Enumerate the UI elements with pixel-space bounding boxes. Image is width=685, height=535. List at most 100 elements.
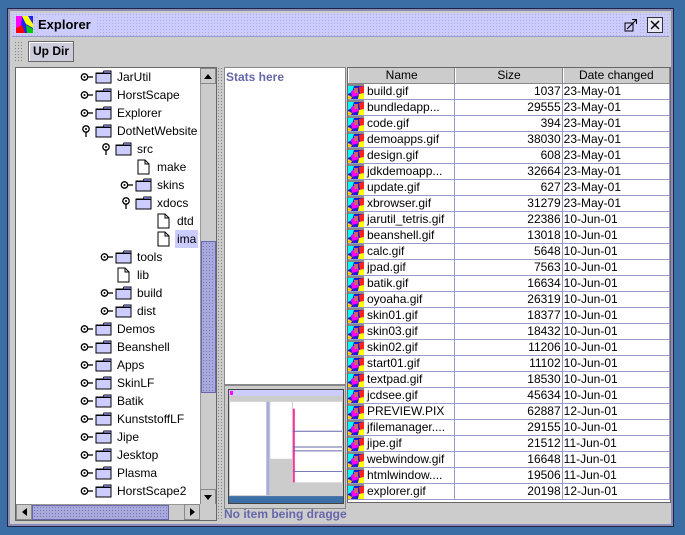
table-row[interactable]: beanshell.gif 13018 10-Jun-01 [348, 228, 670, 244]
table-row[interactable]: code.gif 394 23-May-01 [348, 116, 670, 132]
collapsed-handle-icon[interactable] [78, 428, 94, 446]
table-row[interactable]: bundledapp... 29555 23-May-01 [348, 100, 670, 116]
table-row[interactable]: skin01.gif 18377 10-Jun-01 [348, 308, 670, 324]
scroll-right-button[interactable] [184, 504, 200, 520]
tree-node[interactable]: build [98, 284, 164, 302]
expanded-handle-icon[interactable] [78, 122, 94, 140]
table-row[interactable]: jipe.gif 21512 11-Jun-01 [348, 436, 670, 452]
tree-node[interactable]: make [118, 158, 188, 176]
table-row[interactable]: jarutil_tetris.gif 22386 10-Jun-01 [348, 212, 670, 228]
table-row[interactable]: explorer.gif 20198 12-Jun-01 [348, 484, 670, 500]
column-header-name[interactable]: Name [348, 68, 456, 83]
collapsed-handle-icon[interactable] [78, 68, 94, 86]
split-pane-divider[interactable] [217, 67, 224, 521]
collapsed-handle-icon[interactable] [118, 176, 134, 194]
table-row[interactable]: design.gif 608 23-May-01 [348, 148, 670, 164]
table-row[interactable]: start01.gif 11102 10-Jun-01 [348, 356, 670, 372]
table-row[interactable]: oyoaha.gif 26319 10-Jun-01 [348, 292, 670, 308]
collapsed-handle-icon[interactable] [98, 248, 114, 266]
maximize-button[interactable] [623, 17, 639, 33]
table-row[interactable]: htmlwindow.... 19506 11-Jun-01 [348, 468, 670, 484]
tree-node[interactable]: Demos [78, 320, 157, 338]
tree-horizontal-scrollbar[interactable] [16, 504, 200, 520]
collapsed-handle-icon[interactable] [78, 320, 94, 338]
table-row[interactable]: calc.gif 5648 10-Jun-01 [348, 244, 670, 260]
tree-node[interactable]: Beanshell [78, 338, 172, 356]
tree-node[interactable]: dtd [138, 212, 196, 230]
tree-node[interactable]: DotNetWebsite [78, 122, 199, 140]
tree-node[interactable]: src [98, 140, 155, 158]
tree-node[interactable]: dist [98, 302, 158, 320]
collapsed-handle-icon[interactable] [78, 410, 94, 428]
expanded-handle-icon[interactable] [98, 140, 114, 158]
table-body: build.gif 1037 23-May-01 bundledapp... 29555… [348, 84, 670, 500]
collapsed-handle-icon[interactable] [78, 86, 94, 104]
tree-node[interactable]: Batik [78, 392, 146, 410]
table-row[interactable]: jfilemanager.... 29155 10-Jun-01 [348, 420, 670, 436]
collapsed-handle-icon[interactable] [78, 392, 94, 410]
table-row[interactable]: jdkdemoapp... 32664 23-May-01 [348, 164, 670, 180]
table-row[interactable]: skin02.gif 11206 10-Jun-01 [348, 340, 670, 356]
close-button[interactable] [647, 17, 663, 33]
collapsed-handle-icon[interactable] [78, 374, 94, 392]
table-row[interactable]: textpad.gif 18530 10-Jun-01 [348, 372, 670, 388]
table-row[interactable]: PREVIEW.PIX 62887 12-Jun-01 [348, 404, 670, 420]
collapsed-handle-icon[interactable] [78, 464, 94, 482]
collapsed-handle-icon[interactable] [98, 284, 114, 302]
horizontal-scroll-thumb[interactable] [32, 505, 169, 520]
tree-node[interactable]: SkinLF [78, 374, 156, 392]
file-table[interactable]: Name Size Date changed build.gif 1037 23-M… [347, 67, 671, 503]
tree-node[interactable]: HorstScape [78, 86, 182, 104]
tree-node[interactable]: HorstScape2 [78, 482, 188, 500]
collapsed-handle-icon[interactable] [78, 338, 94, 356]
table-row[interactable]: skin03.gif 18432 10-Jun-01 [348, 324, 670, 340]
vertical-scroll-thumb[interactable] [201, 241, 216, 393]
expanded-handle-icon[interactable] [118, 194, 134, 212]
image-file-icon [348, 420, 364, 435]
scroll-up-button[interactable] [200, 68, 216, 84]
collapsed-handle-icon[interactable] [78, 356, 94, 374]
tree-node[interactable]: Jipe [78, 428, 141, 446]
table-row[interactable]: jpad.gif 7563 10-Jun-01 [348, 260, 670, 276]
tree-content[interactable]: JarUtil HorstScape Explorer DotNetWebsite sr… [16, 68, 200, 505]
cell-name: build.gif [348, 84, 456, 99]
tree-node[interactable]: Jesktop [78, 446, 160, 464]
table-row[interactable]: batik.gif 16634 10-Jun-01 [348, 276, 670, 292]
image-file-icon [348, 180, 364, 195]
table-row[interactable]: build.gif 1037 23-May-01 [348, 84, 670, 100]
tree-node[interactable]: skins [118, 176, 186, 194]
tree-vertical-scrollbar[interactable] [200, 68, 216, 505]
tree-node[interactable]: xdocs [118, 194, 190, 212]
column-header-size[interactable]: Size [455, 68, 563, 83]
scroll-down-button[interactable] [200, 489, 216, 505]
collapsed-handle-icon[interactable] [78, 446, 94, 464]
file-name: jcdsee.gif [367, 388, 418, 402]
tree-node[interactable]: Plasma [78, 464, 159, 482]
cell-size: 18530 [455, 372, 563, 387]
tree-node[interactable]: ima [138, 230, 199, 248]
folder-tree[interactable]: JarUtil HorstScape Explorer DotNetWebsite sr… [15, 67, 217, 521]
collapsed-handle-icon[interactable] [98, 302, 114, 320]
table-row[interactable]: jcdsee.gif 45634 10-Jun-01 [348, 388, 670, 404]
collapsed-handle-icon[interactable] [78, 104, 94, 122]
cell-name: jipe.gif [348, 436, 456, 451]
table-row[interactable]: demoapps.gif 38030 23-May-01 [348, 132, 670, 148]
cell-size: 45634 [455, 388, 563, 403]
tree-node[interactable]: KunststoffLF [78, 410, 186, 428]
toolbar-grip[interactable] [14, 41, 22, 62]
maximize-icon [624, 19, 637, 32]
title-bar[interactable]: Explorer [12, 13, 669, 37]
scroll-left-button[interactable] [16, 504, 32, 520]
tree-node[interactable]: Explorer [78, 104, 164, 122]
tree-node[interactable]: lib [98, 266, 151, 284]
tree-node[interactable]: JarUtil [78, 68, 153, 86]
up-dir-button[interactable]: Up Dir [28, 41, 74, 62]
tree-node[interactable]: tools [98, 248, 164, 266]
collapsed-handle-icon[interactable] [78, 482, 94, 500]
cell-size: 16634 [455, 276, 563, 291]
table-row[interactable]: webwindow.gif 16648 11-Jun-01 [348, 452, 670, 468]
tree-node[interactable]: Apps [78, 356, 146, 374]
table-row[interactable]: xbrowser.gif 31279 23-May-01 [348, 196, 670, 212]
table-row[interactable]: update.gif 627 23-May-01 [348, 180, 670, 196]
column-header-date[interactable]: Date changed [562, 68, 670, 83]
